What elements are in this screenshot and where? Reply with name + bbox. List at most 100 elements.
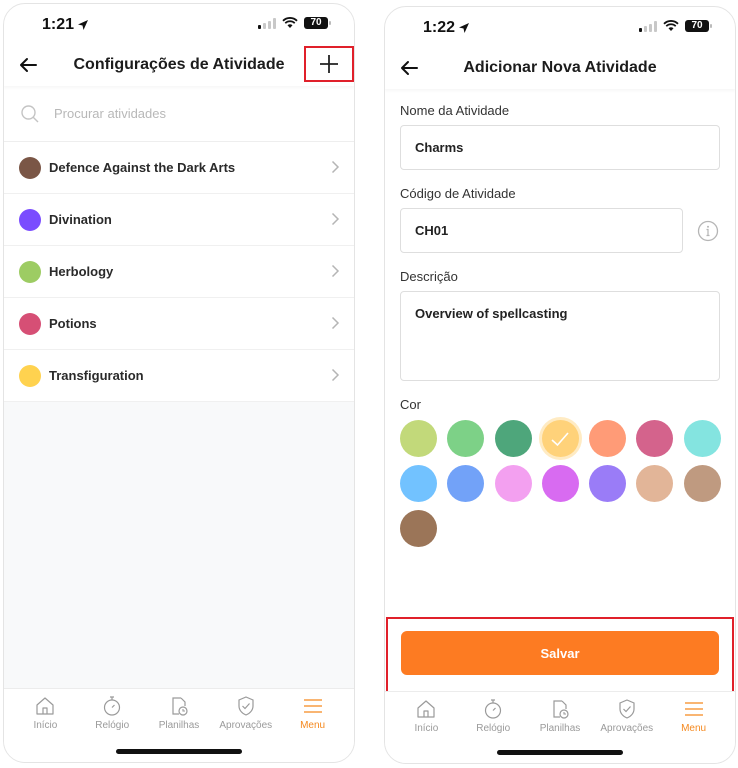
- description-textarea[interactable]: Overview of spellcasting: [400, 291, 720, 381]
- stopwatch-icon: [485, 699, 502, 719]
- save-button-container: Salvar: [386, 617, 734, 693]
- search-icon: [21, 104, 39, 122]
- tab-label: Início: [414, 723, 439, 734]
- activity-name-input[interactable]: Charms: [400, 125, 720, 170]
- activity-list-item[interactable]: Potions: [4, 298, 354, 350]
- color-swatch[interactable]: [683, 420, 721, 457]
- tab-label: Relógio: [95, 720, 130, 731]
- color-swatch[interactable]: [400, 465, 437, 502]
- color-swatch[interactable]: [541, 465, 579, 502]
- activity-name: Defence Against the Dark Arts: [49, 160, 236, 175]
- battery-icon: 70: [304, 17, 331, 29]
- shield-check-icon: [619, 699, 635, 719]
- save-button[interactable]: Salvar: [401, 631, 719, 675]
- add-activity-form: Nome da Atividade Charms Código de Ativi…: [385, 89, 735, 547]
- location-arrow-icon: [78, 20, 89, 30]
- tab-menu[interactable]: Menu: [281, 695, 345, 731]
- tab-aprovacoes[interactable]: Aprovações: [214, 695, 278, 731]
- color-swatch[interactable]: [589, 420, 627, 457]
- activity-list-item[interactable]: Herbology: [4, 246, 354, 298]
- checkmark-icon: [551, 431, 569, 446]
- list-empty-area: [4, 402, 354, 690]
- chevron-right-icon: [331, 212, 340, 226]
- tab-planilhas[interactable]: Planilhas: [528, 698, 592, 734]
- timesheet-icon: [172, 697, 188, 716]
- color-swatch[interactable]: [400, 510, 437, 547]
- color-swatch[interactable]: [636, 420, 674, 457]
- status-bar: 1:22 70: [385, 7, 735, 47]
- tab-menu[interactable]: Menu: [662, 698, 726, 734]
- signal-icon: [639, 20, 657, 32]
- tab-label: Aprovações: [219, 720, 273, 731]
- activity-list-item[interactable]: Divination: [4, 194, 354, 246]
- activity-code-input[interactable]: CH01: [400, 208, 683, 253]
- activity-color-dot: [19, 156, 41, 179]
- activity-list-item[interactable]: Transfiguration: [4, 350, 354, 402]
- color-swatch[interactable]: [636, 465, 674, 502]
- page-title: Adicionar Nova Atividade: [463, 59, 657, 76]
- color-picker: [400, 420, 721, 547]
- color-swatch[interactable]: [683, 465, 721, 502]
- info-icon[interactable]: [697, 220, 719, 242]
- back-arrow-icon[interactable]: [16, 53, 40, 77]
- tab-relogio[interactable]: Relógio: [461, 698, 525, 734]
- status-bar: 1:21 70: [4, 4, 354, 44]
- chevron-right-icon: [331, 160, 340, 174]
- chevron-right-icon: [331, 264, 340, 278]
- clock-text: 1:21: [42, 16, 75, 33]
- tab-label: Aprovações: [600, 723, 654, 734]
- activity-name: Divination: [49, 212, 112, 227]
- activity-name-label: Nome da Atividade: [400, 103, 510, 118]
- activity-settings-screen: 1:21 70 Configurações de Atividade Defen…: [3, 3, 355, 763]
- location-arrow-icon: [459, 23, 470, 33]
- status-time: 1:22: [423, 19, 470, 37]
- menu-icon: [684, 702, 703, 716]
- wifi-icon: [663, 20, 679, 31]
- menu-icon: [303, 699, 322, 713]
- tab-label: Planilhas: [158, 720, 200, 731]
- description-label: Descrição: [400, 269, 458, 284]
- tab-label: Planilhas: [539, 723, 581, 734]
- activity-color-dot: [19, 364, 41, 387]
- activity-name: Herbology: [49, 264, 114, 279]
- color-swatch[interactable]: [447, 420, 485, 457]
- timesheet-icon: [553, 700, 569, 719]
- tab-inicio[interactable]: Início: [394, 698, 458, 734]
- add-activity-screen: 1:22 70 Adicionar Nova Atividade Nome da…: [384, 6, 736, 764]
- bottom-tab-bar: Início Relógio Planilhas Aprovações Menu: [4, 688, 354, 762]
- status-icons: 70: [639, 20, 712, 32]
- back-arrow-icon[interactable]: [397, 56, 421, 80]
- plus-icon: [320, 55, 338, 73]
- color-swatch[interactable]: [447, 465, 485, 502]
- chevron-right-icon: [331, 368, 340, 382]
- color-swatch[interactable]: [400, 420, 437, 457]
- tab-planilhas[interactable]: Planilhas: [147, 695, 211, 731]
- nav-bar: Adicionar Nova Atividade: [385, 47, 735, 89]
- clock-text: 1:22: [423, 19, 456, 36]
- color-label: Cor: [400, 397, 421, 412]
- stopwatch-icon: [104, 696, 121, 716]
- tab-inicio[interactable]: Início: [13, 695, 77, 731]
- tab-label: Menu: [300, 720, 326, 731]
- add-activity-button[interactable]: [304, 46, 354, 82]
- activity-color-dot: [19, 312, 41, 335]
- shield-check-icon: [238, 696, 254, 716]
- home-indicator: [116, 749, 242, 754]
- tab-label: Início: [33, 720, 58, 731]
- bottom-tab-bar: Início Relógio Planilhas Aprovações Menu: [385, 691, 735, 763]
- home-indicator: [497, 750, 623, 755]
- color-swatch[interactable]: [494, 465, 532, 502]
- activity-list: Defence Against the Dark Arts Divination…: [4, 142, 354, 402]
- status-icons: 70: [258, 17, 331, 29]
- tab-aprovacoes[interactable]: Aprovações: [595, 698, 659, 734]
- home-icon: [36, 697, 54, 715]
- search-bar: [4, 86, 354, 142]
- color-swatch[interactable]: [541, 420, 579, 457]
- activity-list-item[interactable]: Defence Against the Dark Arts: [4, 142, 354, 194]
- color-swatch[interactable]: [494, 420, 532, 457]
- signal-icon: [258, 17, 276, 29]
- activity-name: Transfiguration: [49, 368, 144, 383]
- search-input[interactable]: [54, 106, 314, 121]
- color-swatch[interactable]: [589, 465, 627, 502]
- tab-relogio[interactable]: Relógio: [80, 695, 144, 731]
